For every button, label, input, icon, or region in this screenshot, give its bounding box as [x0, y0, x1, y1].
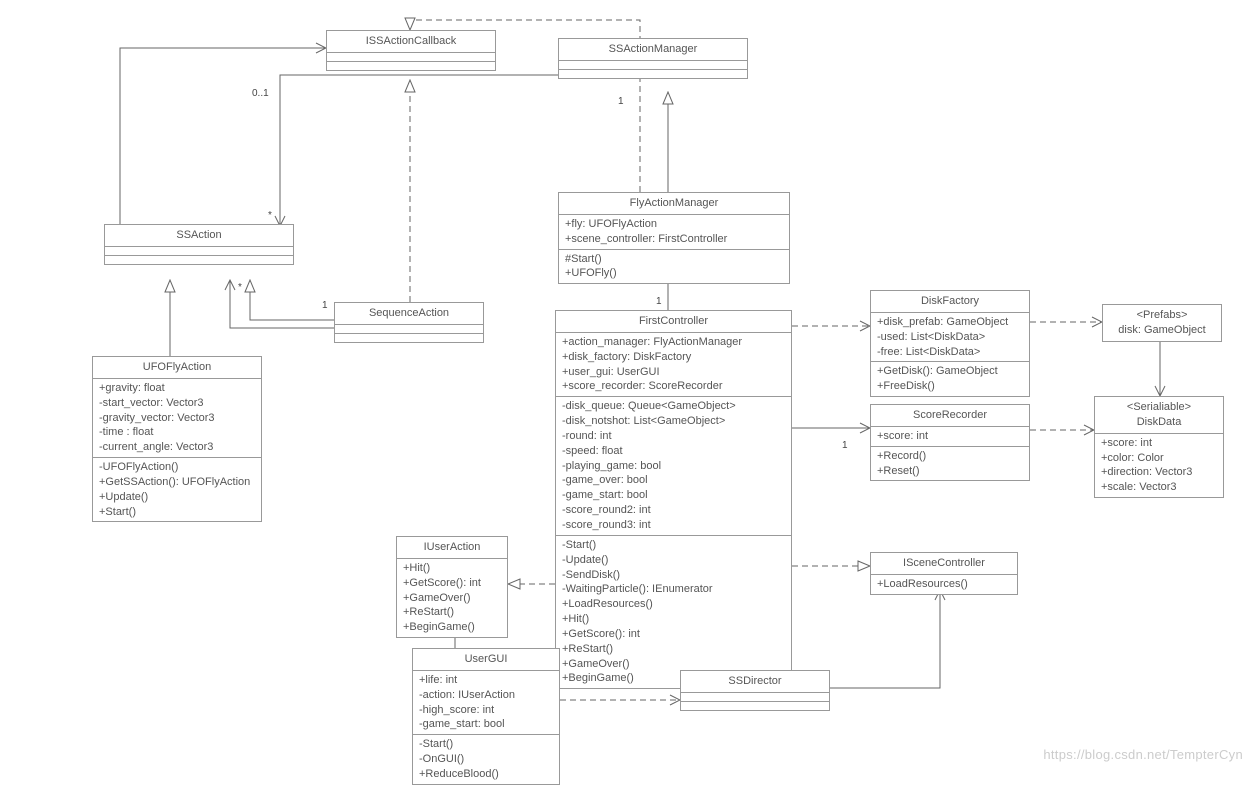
class-ops: -Start() -OnGUI() +ReduceBlood(): [413, 734, 559, 784]
class-attrs: [335, 324, 483, 333]
mult-ssam-one: 1: [618, 96, 624, 107]
mult-seq-one: 1: [322, 300, 328, 311]
class-title: SSActionManager: [559, 39, 747, 60]
class-attrs: +score: int +color: Color +direction: Ve…: [1095, 433, 1223, 497]
class-title: ISceneController: [871, 553, 1017, 574]
class-ops: +Hit() +GetScore(): int +GameOver() +ReS…: [397, 558, 507, 637]
class-title: IUserAction: [397, 537, 507, 558]
class-attrs: [681, 692, 829, 701]
mult-ssam-ssaction-star: *: [268, 210, 272, 221]
class-FirstController: FirstController +action_manager: FlyActi…: [555, 310, 792, 689]
class-DiskData: <Serialiable> DiskData +score: int +colo…: [1094, 396, 1224, 498]
class-ops: [335, 333, 483, 342]
class-title: <Serialiable> DiskData: [1095, 397, 1223, 433]
mult-score-one: 1: [842, 440, 848, 451]
class-ops: [681, 701, 829, 710]
class-UserGUI: UserGUI +life: int -action: IUserAction …: [412, 648, 560, 785]
class-ops: +GetDisk(): GameObject +FreeDisk(): [871, 361, 1029, 396]
class-IUserAction: IUserAction +Hit() +GetScore(): int +Gam…: [396, 536, 508, 638]
class-title: <Prefabs> disk: GameObject: [1103, 305, 1221, 341]
class-title: SequenceAction: [335, 303, 483, 324]
class-title: SSDirector: [681, 671, 829, 692]
class-SequenceAction: SequenceAction: [334, 302, 484, 343]
class-attrs: +score: int: [871, 426, 1029, 446]
class-attrs: [327, 52, 495, 61]
class-title: SSAction: [105, 225, 293, 246]
class-ops: -UFOFlyAction() +GetSSAction(): UFOFlyAc…: [93, 457, 261, 521]
class-title: ISSActionCallback: [327, 31, 495, 52]
class-UFOFlyAction: UFOFlyAction +gravity: float -start_vect…: [92, 356, 262, 522]
class-ISceneController: ISceneController +LoadResources(): [870, 552, 1018, 595]
class-title: UserGUI: [413, 649, 559, 670]
mult-seq-ssaction-star: *: [238, 282, 242, 293]
class-SSDirector: SSDirector: [680, 670, 830, 711]
mult-ssaction-callback: 0..1: [252, 88, 269, 99]
class-attrs: [105, 246, 293, 255]
class-ops: [327, 61, 495, 70]
class-ops: +Record() +Reset(): [871, 446, 1029, 481]
class-ops: [559, 69, 747, 78]
class-title: FirstController: [556, 311, 791, 332]
class-ops: -Start() -Update() -SendDisk() -WaitingP…: [556, 535, 791, 688]
class-title: ScoreRecorder: [871, 405, 1029, 426]
class-ISSActionCallback: ISSActionCallback: [326, 30, 496, 71]
class-FlyActionManager: FlyActionManager +fly: UFOFlyAction +sce…: [558, 192, 790, 284]
class-SSActionManager: SSActionManager: [558, 38, 748, 79]
class-title: UFOFlyAction: [93, 357, 261, 378]
class-attrs: +life: int -action: IUserAction -high_sc…: [413, 670, 559, 734]
class-attrs2: -disk_queue: Queue<GameObject> -disk_not…: [556, 396, 791, 535]
watermark-text: https://blog.csdn.net/TempterCyn: [1043, 747, 1243, 762]
class-title: DiskFactory: [871, 291, 1029, 312]
class-attrs: [559, 60, 747, 69]
class-ScoreRecorder: ScoreRecorder +score: int +Record() +Res…: [870, 404, 1030, 481]
class-SSAction: SSAction: [104, 224, 294, 265]
class-attrs: +gravity: float -start_vector: Vector3 -…: [93, 378, 261, 457]
class-attrs: +fly: UFOFlyAction +scene_controller: Fi…: [559, 214, 789, 249]
class-title: FlyActionManager: [559, 193, 789, 214]
class-attrs: +disk_prefab: GameObject -used: List<Dis…: [871, 312, 1029, 362]
class-attrs1: +action_manager: FlyActionManager +disk_…: [556, 332, 791, 396]
class-ops: [105, 255, 293, 264]
class-ops: #Start() +UFOFly(): [559, 249, 789, 284]
class-ops: +LoadResources(): [871, 574, 1017, 594]
class-DiskFactory: DiskFactory +disk_prefab: GameObject -us…: [870, 290, 1030, 397]
class-Prefabs: <Prefabs> disk: GameObject: [1102, 304, 1222, 342]
mult-fc-one: 1: [656, 296, 662, 307]
